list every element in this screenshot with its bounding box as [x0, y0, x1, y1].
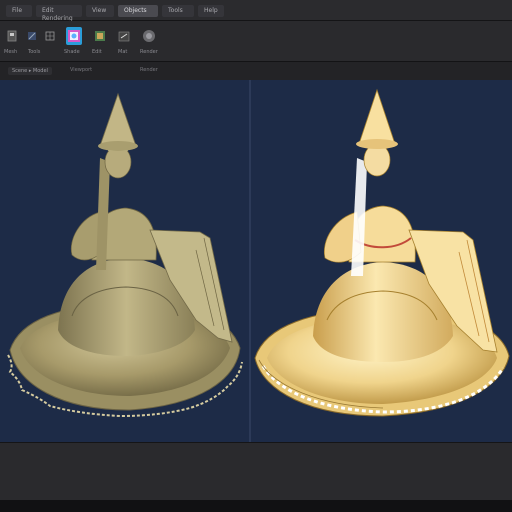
menu-objects[interactable]: Objects [118, 5, 158, 17]
menu-tools[interactable]: Tools [162, 5, 194, 17]
material-icon [68, 30, 80, 42]
tool-label-edit: Edit [92, 49, 102, 55]
grid-tool-button[interactable] [44, 29, 56, 43]
tool-label-shade: Shade [64, 49, 80, 55]
view-options-bar: Scene ▸ Model Viewport Render [0, 62, 512, 81]
viewport-area [0, 80, 512, 442]
clay-figurine-model [7, 92, 243, 418]
render-tool-button[interactable] [142, 29, 156, 43]
tool-label-mat: Mat [118, 49, 128, 55]
tool-label-mesh: Mesh [4, 49, 18, 55]
tool-label-render: Render [140, 49, 158, 55]
status-bar [0, 500, 512, 512]
move-icon [7, 30, 17, 42]
left-view-label: Viewport [70, 67, 93, 73]
transform-tool-button[interactable] [26, 29, 38, 43]
timeline-panel [0, 442, 512, 501]
menu-edit-rendering[interactable]: Edit Rendering [36, 5, 82, 22]
edit-tool-button[interactable] [118, 29, 130, 43]
grid-icon [45, 31, 55, 41]
shade-icon [95, 31, 105, 41]
menu-view[interactable]: View [86, 5, 114, 17]
toolbar: Mesh Tools Shade Edit Mat Render [0, 21, 512, 62]
viewport-right-render[interactable] [251, 80, 512, 442]
material-tool-button[interactable] [66, 27, 82, 45]
menu-bar: File Edit Rendering View Objects Tools H… [0, 0, 512, 22]
breadcrumb[interactable]: Scene ▸ Model [8, 67, 52, 75]
right-view-label: Render [140, 67, 158, 73]
modeling-app: File Edit Rendering View Objects Tools H… [0, 0, 512, 512]
edit-icon [118, 31, 130, 42]
menu-file[interactable]: File [6, 5, 32, 17]
menu-help[interactable]: Help [198, 5, 224, 17]
shade-tool-button[interactable] [94, 29, 106, 43]
move-tool-button[interactable] [6, 29, 18, 43]
rendered-figurine-model [254, 88, 510, 417]
render-icon [143, 30, 155, 42]
viewport-left-clay[interactable] [0, 80, 249, 442]
tool-label-tools: Tools [28, 49, 41, 55]
transform-icon [28, 32, 36, 40]
